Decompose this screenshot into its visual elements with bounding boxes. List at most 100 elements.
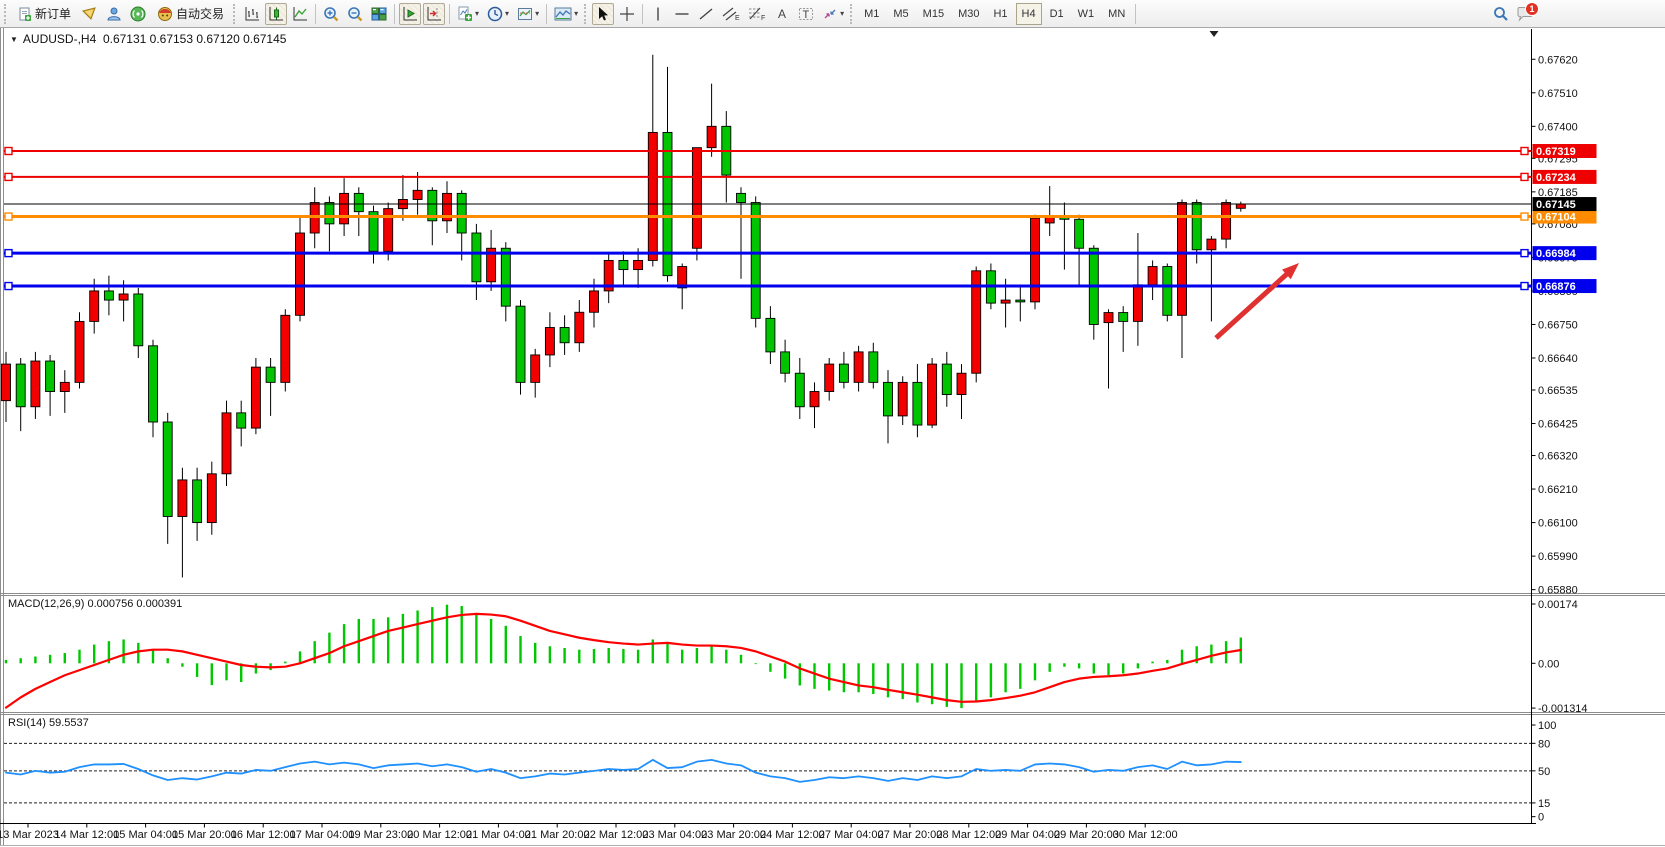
- new-order-icon: [18, 7, 32, 21]
- gold-funnel-icon: [82, 6, 98, 22]
- svg-text:E: E: [735, 15, 740, 22]
- templates-button[interactable]: ▾: [514, 3, 542, 25]
- chart-title[interactable]: ▼AUDUSD-,H4 0.67131 0.67153 0.67120 0.67…: [10, 32, 286, 46]
- zoom-out-icon: [347, 6, 363, 22]
- svg-text:80: 80: [1538, 738, 1550, 750]
- template-icon: [517, 6, 533, 22]
- dropdown-caret-icon: ▾: [840, 9, 844, 18]
- svg-text:29 Mar 04:00: 29 Mar 04:00: [995, 829, 1060, 841]
- new-order-label: 新订单: [35, 5, 71, 22]
- svg-text:27 Mar 04:00: 27 Mar 04:00: [819, 829, 884, 841]
- crosshair-button[interactable]: [616, 3, 638, 25]
- svg-text:20 Mar 12:00: 20 Mar 12:00: [407, 829, 472, 841]
- svg-text:14 Mar 12:00: 14 Mar 12:00: [54, 829, 119, 841]
- svg-text:0.66984: 0.66984: [1536, 248, 1577, 260]
- tf-h4-button[interactable]: H4: [1016, 3, 1042, 25]
- arrows-button[interactable]: ▾: [819, 3, 847, 25]
- svg-text:0.67104: 0.67104: [1536, 212, 1577, 224]
- line-chart-button[interactable]: [289, 3, 311, 25]
- svg-text:24 Mar 12:00: 24 Mar 12:00: [760, 829, 825, 841]
- tf-d1-button[interactable]: D1: [1044, 3, 1070, 25]
- svg-text:0.67400: 0.67400: [1538, 121, 1578, 133]
- bar-chart-icon: [244, 6, 260, 22]
- trendline-button[interactable]: [695, 3, 717, 25]
- chart-profile-button[interactable]: ▾: [551, 3, 581, 25]
- tf-mn-button[interactable]: MN: [1102, 3, 1131, 25]
- tf-m30-button[interactable]: M30: [952, 3, 985, 25]
- crosshair-icon: [619, 6, 635, 22]
- svg-text:0.65990: 0.65990: [1538, 551, 1578, 563]
- dropdown-caret-icon: ▾: [535, 9, 539, 18]
- symbol-dropdown-icon: ▼: [10, 35, 18, 44]
- svg-text:0.66876: 0.66876: [1536, 281, 1576, 293]
- tf-m5-button[interactable]: M5: [887, 3, 914, 25]
- chart-area[interactable]: 0.676200.675100.674000.672950.671850.670…: [0, 0, 1665, 847]
- text-button[interactable]: A: [771, 3, 793, 25]
- tf-h1-button[interactable]: H1: [987, 3, 1013, 25]
- svg-text:23 Mar 20:00: 23 Mar 20:00: [701, 829, 766, 841]
- horizontal-line-button[interactable]: [671, 3, 693, 25]
- bar-chart-button[interactable]: [241, 3, 263, 25]
- cursor-button[interactable]: [592, 3, 614, 25]
- tf-w1-button[interactable]: W1: [1072, 3, 1101, 25]
- svg-text:0.66210: 0.66210: [1538, 484, 1578, 496]
- tf-m1-button[interactable]: M1: [858, 3, 885, 25]
- search-button[interactable]: [1490, 3, 1512, 25]
- svg-text:0: 0: [1538, 812, 1544, 824]
- chart-shift-icon: [426, 6, 442, 22]
- toolbar-separator: [394, 4, 395, 24]
- new-order-button[interactable]: 新订单: [12, 3, 77, 25]
- mt4-terminal: { "toolbar": { "new_order_label": "新订单",…: [0, 0, 1665, 847]
- toolbar-separator: [546, 4, 547, 24]
- candlestick-button[interactable]: [265, 3, 287, 25]
- indicators-button[interactable]: ▾: [454, 3, 482, 25]
- horizontal-line-icon: [674, 6, 690, 22]
- chart-profile-icon: [554, 6, 572, 22]
- fibonacci-icon: F: [748, 6, 766, 22]
- candlestick-icon: [268, 6, 284, 22]
- svg-text:19 Mar 23:00: 19 Mar 23:00: [348, 829, 413, 841]
- svg-text:0.67319: 0.67319: [1536, 146, 1576, 158]
- text-label-button[interactable]: T: [795, 3, 817, 25]
- svg-text:21 Mar 20:00: 21 Mar 20:00: [525, 829, 590, 841]
- line-chart-icon: [292, 6, 308, 22]
- svg-text:23 Mar 04:00: 23 Mar 04:00: [642, 829, 707, 841]
- profile-button[interactable]: [103, 3, 125, 25]
- metaeditor-button[interactable]: [79, 3, 101, 25]
- toolbar-separator: [642, 4, 643, 24]
- chart-symbol-period: AUDUSD-,H4: [23, 32, 96, 46]
- chart-shift-button[interactable]: [423, 3, 445, 25]
- notification-badge: 1: [1525, 2, 1539, 16]
- auto-trading-button[interactable]: 自动交易: [151, 3, 230, 25]
- toolbar-separator: [449, 4, 450, 24]
- svg-text:0.67145: 0.67145: [1536, 199, 1576, 211]
- svg-text:0.67510: 0.67510: [1538, 88, 1578, 100]
- toolbar-separator: [1135, 4, 1136, 24]
- zoom-out-button[interactable]: [344, 3, 366, 25]
- equidistant-channel-button[interactable]: E: [719, 3, 743, 25]
- zoom-in-button[interactable]: [320, 3, 342, 25]
- vertical-line-button[interactable]: [647, 3, 669, 25]
- toolbar-group-handle: [584, 4, 589, 24]
- svg-text:0.67620: 0.67620: [1538, 54, 1578, 66]
- svg-text:0.00174: 0.00174: [1538, 599, 1578, 611]
- periods-button[interactable]: ▾: [484, 3, 512, 25]
- text-label-icon: T: [798, 6, 814, 22]
- auto-trading-label: 自动交易: [176, 5, 224, 22]
- notifications-button[interactable]: 1: [1513, 2, 1537, 26]
- zoom-in-icon: [323, 6, 339, 22]
- rsi-indicator-label: RSI(14) 59.5537: [8, 717, 89, 729]
- tile-windows-button[interactable]: [368, 3, 390, 25]
- search-icon: [1493, 6, 1509, 22]
- toolbar-group-handle: [850, 4, 855, 24]
- signals-button[interactable]: [127, 3, 149, 25]
- channel-icon: E: [722, 6, 740, 22]
- text-a-icon: A: [774, 6, 790, 22]
- fibonacci-button[interactable]: F: [745, 3, 769, 25]
- tf-m15-button[interactable]: M15: [917, 3, 950, 25]
- svg-text:50: 50: [1538, 766, 1550, 778]
- svg-text:0.66640: 0.66640: [1538, 353, 1578, 365]
- clock-icon: [487, 6, 503, 22]
- cursor-icon: [595, 6, 611, 22]
- auto-scroll-button[interactable]: [399, 3, 421, 25]
